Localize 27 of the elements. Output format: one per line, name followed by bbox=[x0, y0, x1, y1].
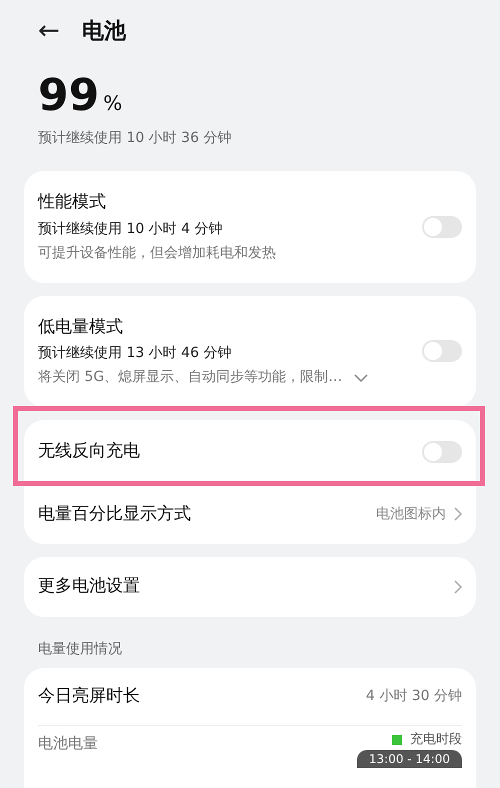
toggle-switch[interactable] bbox=[422, 440, 462, 463]
setting-title[interactable]: 电量百分比显示方式 bbox=[38, 502, 368, 527]
setting-description: 可提升设备性能，但会增加耗电和发热 bbox=[38, 244, 276, 262]
toggle-switch[interactable] bbox=[422, 340, 462, 362]
chevron-right-icon bbox=[454, 507, 462, 522]
setting-title: 无线反向充电 bbox=[38, 440, 141, 463]
battery-percent: 99 bbox=[38, 74, 100, 118]
setting-estimate: 预计继续使用 13 小时 46 分钟 bbox=[38, 344, 232, 363]
setting-description: 将关闭 5G、熄屏显示、自动同步等功能，限制… bbox=[38, 368, 342, 387]
setting-value: 电池图标内 bbox=[376, 504, 446, 524]
section-heading: 电量使用情况 bbox=[37, 640, 123, 658]
setting-title: 性能模式 bbox=[38, 191, 107, 214]
usage-title: 今日亮屏时长 bbox=[38, 684, 141, 708]
legend-label: 充电时段 bbox=[410, 732, 462, 748]
chart-title: 电池电量 bbox=[38, 733, 99, 754]
chevron-right-icon bbox=[454, 580, 462, 594]
page-title: 电池 bbox=[82, 18, 126, 46]
setting-title: 低电量模式 bbox=[38, 316, 124, 338]
back-button[interactable]: ← bbox=[38, 12, 60, 50]
setting-estimate: 预计继续使用 10 小时 4 分钟 bbox=[38, 220, 224, 238]
usage-value: 4 小时 30 分钟 bbox=[366, 686, 462, 706]
setting-title[interactable]: 更多电池设置 bbox=[38, 574, 446, 600]
percent-unit: % bbox=[103, 90, 122, 117]
time-tooltip: 13:00 - 14:00 bbox=[356, 750, 462, 768]
toggle-switch[interactable] bbox=[422, 216, 462, 238]
battery-estimate: 预计继续使用 10 小时 36 分钟 bbox=[37, 129, 232, 148]
chevron-down-icon[interactable] bbox=[354, 374, 368, 382]
